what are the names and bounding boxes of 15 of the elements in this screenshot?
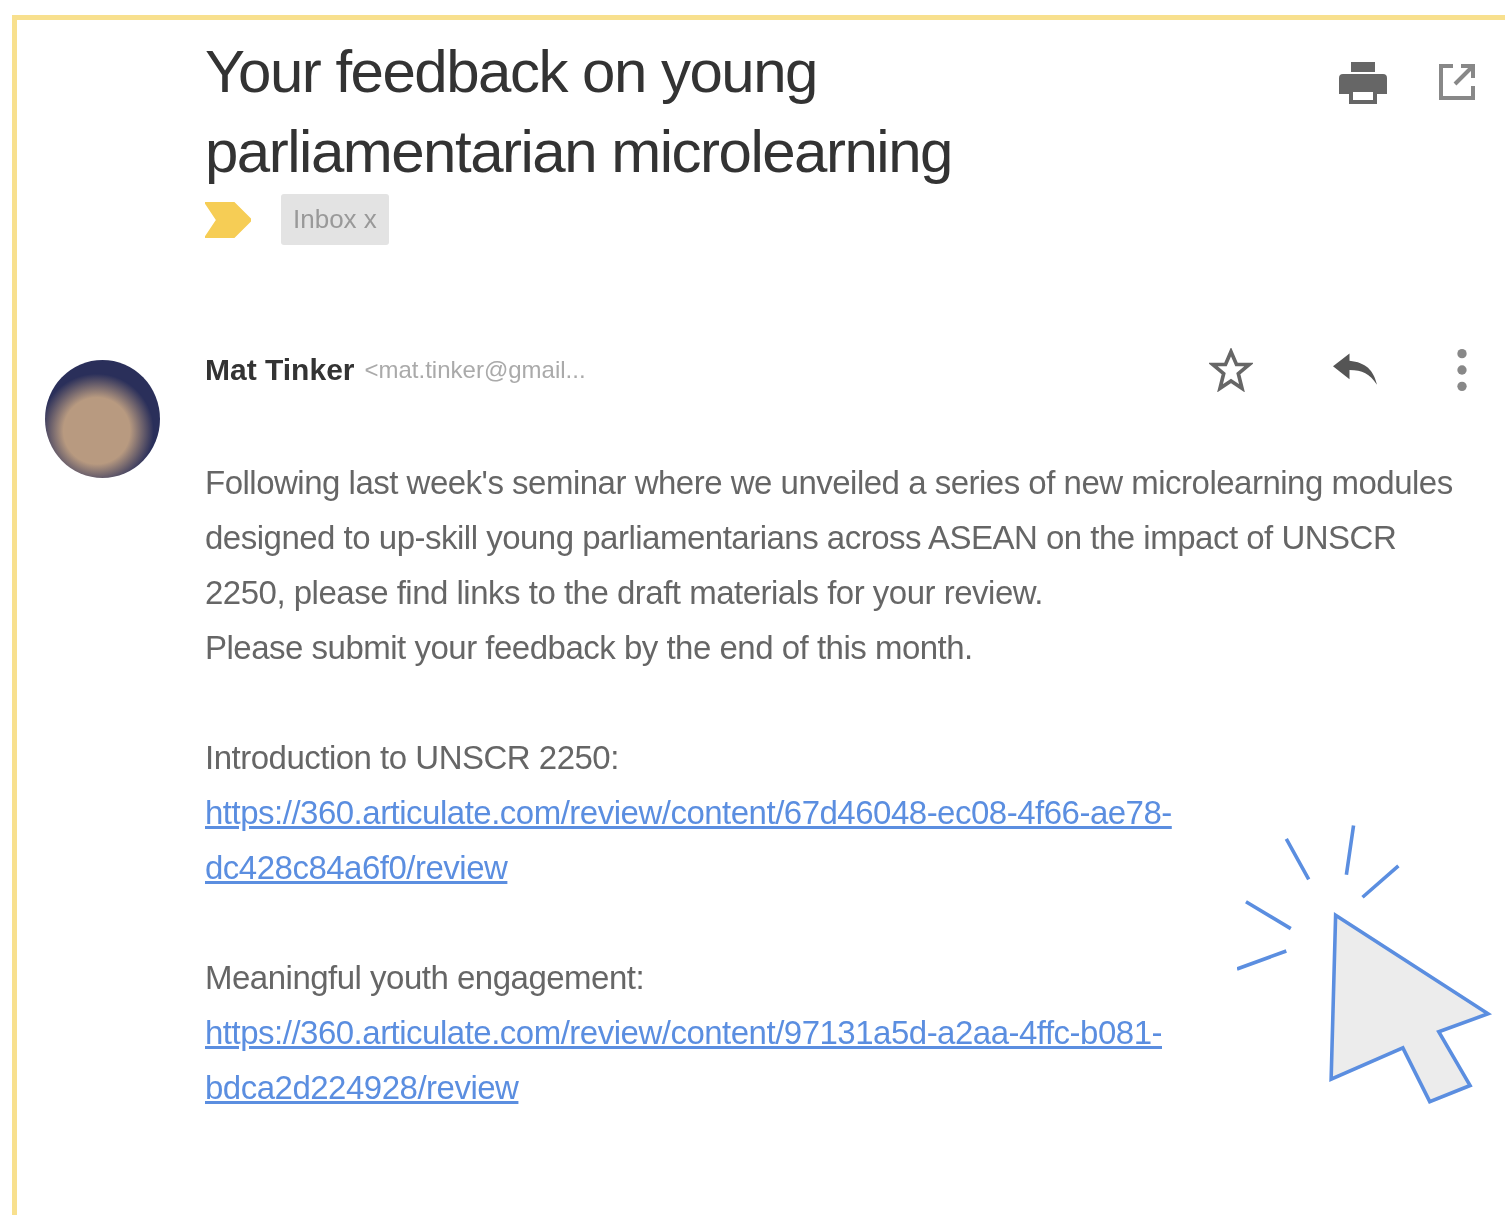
inbox-label-chip[interactable]: Inbox x bbox=[281, 194, 389, 245]
reply-icon[interactable] bbox=[1333, 353, 1377, 387]
print-icon[interactable] bbox=[1339, 62, 1387, 104]
link-title: Introduction to UNSCR 2250: bbox=[205, 738, 620, 778]
link-title: Meaningful youth engagement: bbox=[205, 958, 646, 998]
email-body-text: Following last week's seminar where we unveiled a series of new microlearning modules designed to up-skill young parliamentarians across ASEAN on the impact of UNSCR 2250, please find links to the draft materials for your review. bbox=[205, 463, 1454, 613]
sender-email: <mat.tinker@gmail... bbox=[364, 356, 587, 384]
review-link[interactable]: https://360.articulate.com/review/content/67d46048-ec08-4f66-ae78-dc428c84a6f0/review bbox=[205, 785, 1195, 895]
star-icon[interactable] bbox=[1209, 348, 1253, 392]
sender-name: Mat Tinker bbox=[205, 353, 355, 387]
email-subject: Your feedback on young parliamentarian microlearning bbox=[205, 37, 953, 187]
more-options-icon[interactable] bbox=[1457, 349, 1467, 391]
important-marker-icon[interactable] bbox=[205, 201, 251, 238]
review-link[interactable]: https://360.articulate.com/review/content/97131a5d-a2aa-4ffc-b081-bdca2d224928/review bbox=[205, 1005, 1195, 1115]
email-body-text: Please submit your feedback by the end of this month. bbox=[205, 628, 974, 668]
